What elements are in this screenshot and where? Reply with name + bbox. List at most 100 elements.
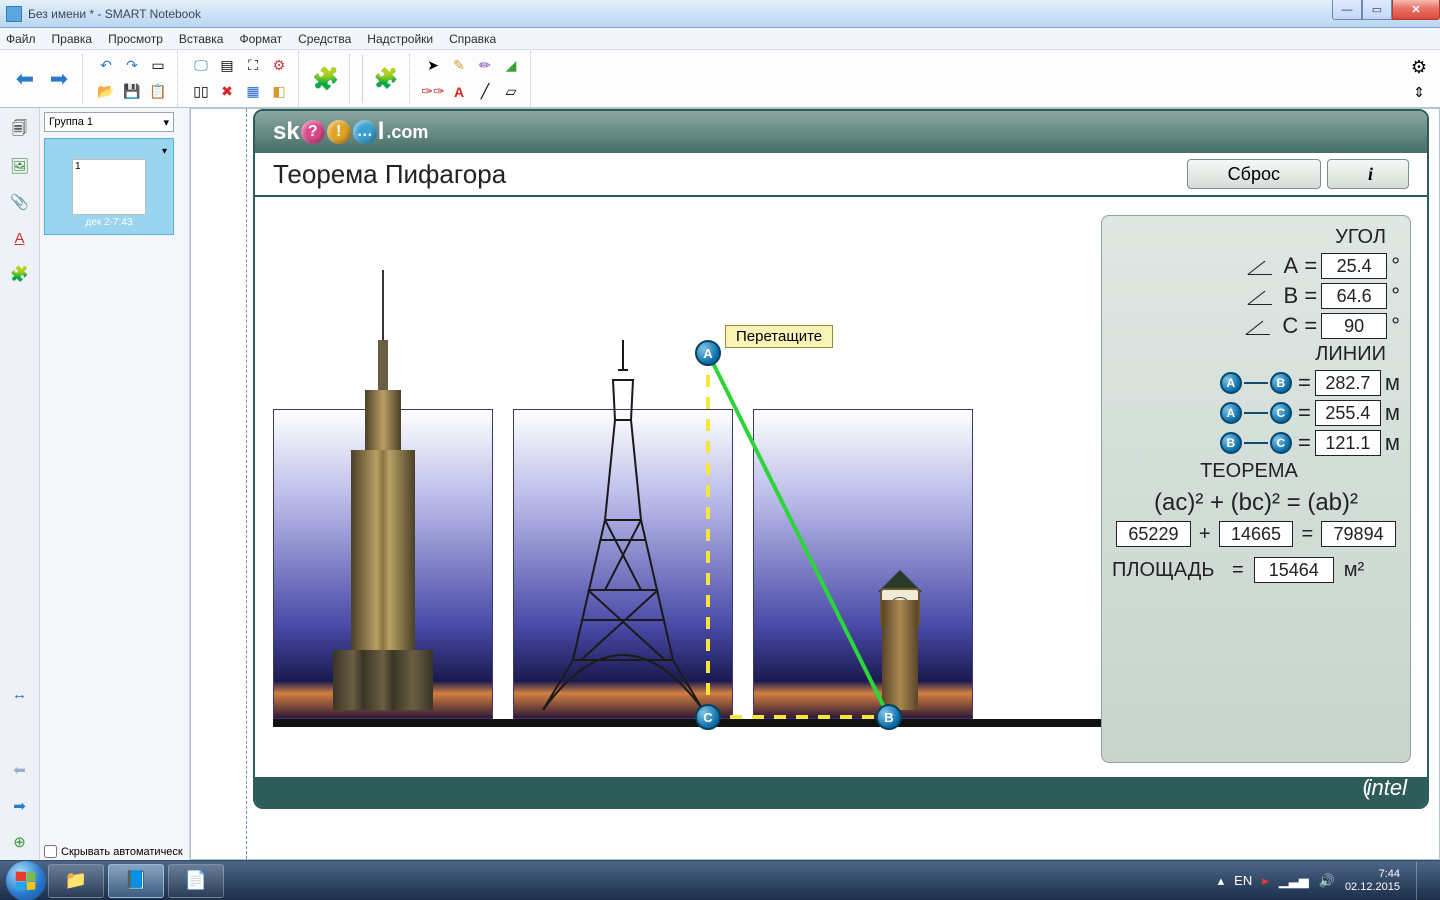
attachments-tab[interactable]: 📎 [6, 188, 34, 216]
menu-file[interactable]: Файл [6, 32, 36, 46]
menu-format[interactable]: Формат [239, 32, 282, 46]
back-button[interactable]: ⬅ [9, 57, 41, 101]
delete-button[interactable]: ✖ [215, 80, 239, 104]
volume-tray-icon[interactable]: 🔊 [1319, 873, 1335, 889]
maximize-button[interactable]: ▭ [1362, 0, 1392, 20]
menu-edit[interactable]: Правка [52, 32, 93, 46]
angle-heading: УГОЛ [1112, 226, 1386, 249]
menu-view[interactable]: Просмотр [108, 32, 163, 46]
menubar: Файл Правка Просмотр Вставка Формат Сред… [0, 28, 1440, 50]
collapse-toolbar-button[interactable]: ⇕ [1407, 80, 1431, 104]
angle-icon [1246, 285, 1276, 307]
eiffel-tower-illustration [533, 340, 713, 710]
activity-button[interactable]: ◧ [267, 80, 291, 104]
menu-tools[interactable]: Средства [298, 32, 351, 46]
toolbar: ⬅ ➡ ↶ ↷ ▭ 📂 💾 📋 🖵 ▤ ⛶ ⚙ ▯▯ ✖ ▦ ◧ 🧩 [0, 50, 1440, 108]
empire-state-illustration [333, 340, 433, 710]
flag-tray-icon[interactable]: ▸ [1262, 873, 1269, 889]
language-indicator[interactable]: EN [1234, 873, 1252, 888]
network-tray-icon[interactable]: ▁▃▅ [1279, 873, 1309, 889]
gallery-tab[interactable]: 🖼 [6, 152, 34, 180]
thumb-menu-icon[interactable]: ▾ [162, 146, 167, 157]
table-button[interactable]: ▦ [241, 80, 265, 104]
dropdown-icon: ▾ [163, 116, 169, 129]
pen-tool[interactable]: ✎ [447, 54, 471, 78]
skoool-header: sk ? ! … l .com [255, 111, 1427, 153]
save-button[interactable]: 💾 [120, 80, 144, 104]
page-number: 1 [75, 161, 81, 172]
start-button[interactable] [6, 861, 46, 900]
undo-button[interactable]: ↶ [94, 54, 118, 78]
show-desktop-button[interactable] [1416, 862, 1430, 900]
fullscreen-button[interactable]: ⛶ [241, 54, 265, 78]
angle-icon [1244, 315, 1274, 337]
dual-page-button[interactable]: ▯▯ [189, 80, 213, 104]
puzzle-button[interactable]: 🧩 [370, 57, 402, 101]
new-page-button[interactable]: ▭ [146, 54, 170, 78]
pens-button[interactable]: ✑✑ [421, 80, 445, 104]
notebook-taskbar-button[interactable]: 📘 [108, 864, 164, 898]
addon-button[interactable]: 🧩 [310, 57, 342, 101]
window-controls: — ▭ ✕ [1332, 0, 1440, 20]
info-button[interactable]: i [1327, 159, 1409, 189]
system-tray: ▴ EN ▸ ▁▃▅ 🔊 7:44 02.12.2015 [1218, 862, 1434, 900]
drag-tooltip: Перетащите [725, 325, 833, 348]
reset-button[interactable]: Сброс [1187, 159, 1321, 189]
group-label: Группа 1 [49, 116, 93, 128]
group-selector[interactable]: Группа 1 ▾ [44, 112, 174, 132]
page-margin-guide [191, 109, 247, 859]
auto-hide-input[interactable] [44, 845, 57, 858]
shade-button[interactable]: ▤ [215, 54, 239, 78]
page-canvas[interactable]: sk ? ! … l .com Теорема Пифагора Сброс i [190, 108, 1440, 860]
select-tool[interactable]: ➤ [421, 54, 445, 78]
next-page-arrow[interactable]: ➡ [6, 792, 34, 820]
point-a-handle[interactable]: A [695, 340, 721, 366]
close-button[interactable]: ✕ [1392, 0, 1440, 20]
menu-insert[interactable]: Вставка [179, 32, 224, 46]
add-item-button[interactable]: ⊕ [6, 828, 34, 856]
window-titlebar: Без имени * - SMART Notebook — ▭ ✕ [0, 0, 1440, 28]
scene: Перетащите A C B [273, 227, 993, 727]
thumb-caption: дек 2-7:43 [51, 217, 167, 228]
skoool-titlebar: Теорема Пифагора Сброс i [255, 153, 1427, 197]
page-sorter-panel: Группа 1 ▾ ▾ 1 дек 2-7:43 [40, 108, 190, 860]
resize-handle-icon[interactable]: ↔ [6, 680, 34, 708]
bc-squared-value: 14665 [1219, 521, 1294, 547]
record-button[interactable]: ⚙ [267, 54, 291, 78]
settings-button[interactable]: ⚙ [1407, 55, 1431, 79]
menu-help[interactable]: Справка [449, 32, 496, 46]
word-taskbar-button[interactable]: 📄 [168, 864, 224, 898]
lesson-title: Теорема Пифагора [273, 159, 506, 190]
tray-chevron-icon[interactable]: ▴ [1218, 873, 1225, 889]
theorem-formula: (ac)² + (bc)² = (ab)² [1112, 489, 1400, 517]
auto-hide-checkbox[interactable]: Скрывать автоматическ [44, 845, 183, 858]
minimize-button[interactable]: — [1332, 0, 1362, 20]
screen-capture-button[interactable]: 🖵 [189, 54, 213, 78]
paste-button[interactable]: 📋 [146, 80, 170, 104]
line-bc-value: 121.1 [1315, 430, 1381, 456]
eraser-tool[interactable]: ▱ [499, 80, 523, 104]
prev-page-arrow[interactable]: ⬅ [6, 756, 34, 784]
point-c-handle[interactable]: C [695, 704, 721, 730]
angle-icon [1246, 255, 1276, 277]
redo-button[interactable]: ↷ [120, 54, 144, 78]
line-tool[interactable]: ╱ [473, 80, 497, 104]
big-ben-illustration [874, 570, 926, 710]
menu-addons[interactable]: Надстройки [367, 32, 433, 46]
side-tabstrip: 🗐 🖼 📎 A 🧩 ↔ ⬅ ➡ ⊕ [0, 108, 40, 860]
ab-squared-value: 79894 [1321, 521, 1396, 547]
explorer-taskbar-button[interactable]: 📁 [48, 864, 104, 898]
text-tool[interactable]: A [447, 80, 471, 104]
highlighter-tool[interactable]: ◢ [499, 54, 523, 78]
page-sorter-tab[interactable]: 🗐 [6, 116, 34, 144]
point-b-handle[interactable]: B [876, 704, 902, 730]
properties-tab[interactable]: A [6, 224, 34, 252]
crayon-tool[interactable]: ✏ [473, 54, 497, 78]
addons-tab[interactable]: 🧩 [6, 260, 34, 288]
forward-button[interactable]: ➡ [43, 57, 75, 101]
open-button[interactable]: 📂 [94, 80, 118, 104]
ac-squared-value: 65229 [1116, 521, 1191, 547]
page-thumbnail[interactable]: ▾ 1 дек 2-7:43 [44, 138, 174, 235]
taskbar-clock[interactable]: 7:44 02.12.2015 [1345, 868, 1400, 894]
angle-a-value: 25.4 [1321, 253, 1387, 279]
